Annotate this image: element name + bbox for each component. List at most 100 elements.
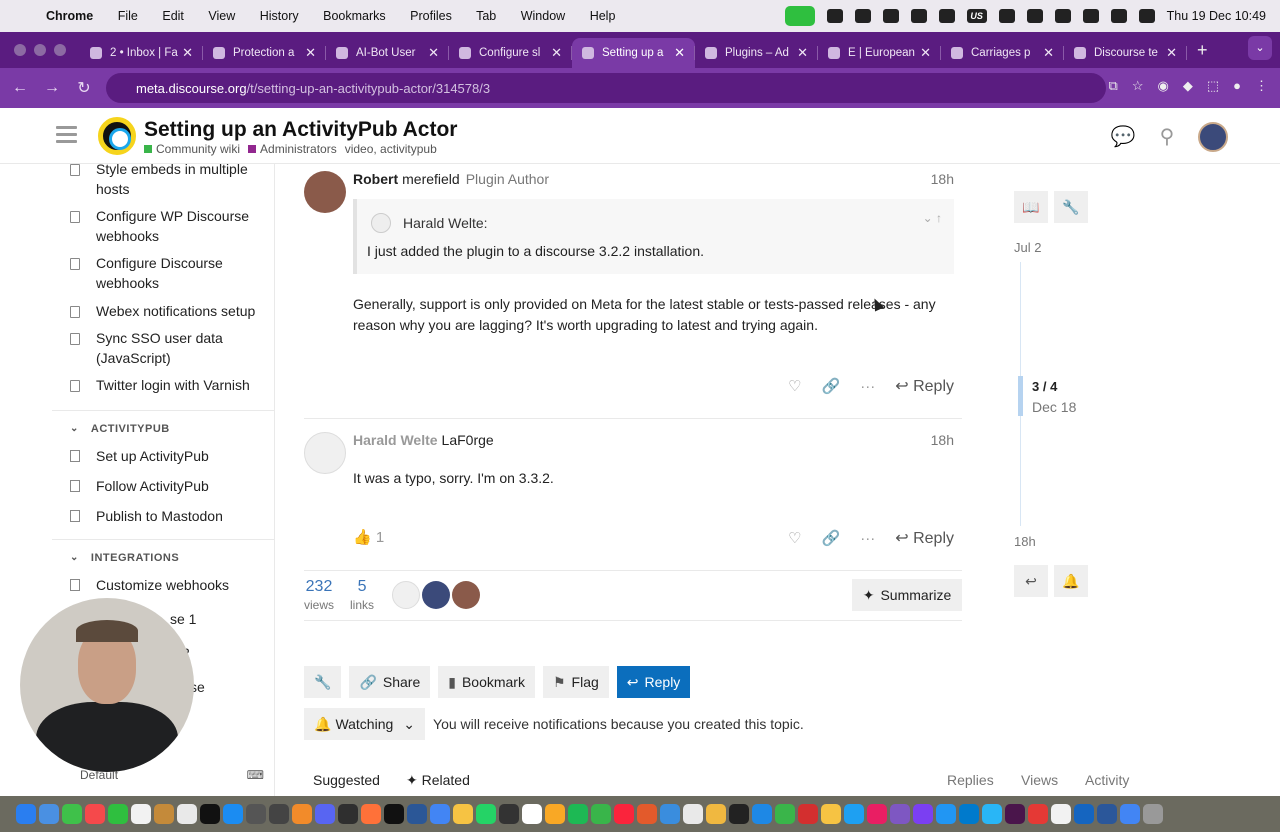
siri-icon[interactable]: [1138, 9, 1155, 23]
new-tab-icon[interactable]: +: [1187, 40, 1208, 68]
search-icon[interactable]: ⚲: [1154, 124, 1180, 150]
tab-search-icon[interactable]: ⌄: [1248, 36, 1272, 60]
control-center-icon[interactable]: [1110, 9, 1127, 23]
bookmark-button[interactable]: ▮ Bookmark: [438, 666, 535, 698]
expand-quote-icon[interactable]: ⌄: [923, 211, 933, 225]
reminders-icon[interactable]: [177, 804, 197, 824]
menu-view[interactable]: View: [208, 9, 235, 23]
post-date[interactable]: 18h: [931, 432, 954, 448]
address-bar[interactable]: meta.discourse.org/t/setting-up-an-activ…: [106, 73, 1106, 103]
chat-icon[interactable]: 💬: [1110, 124, 1136, 150]
menu-tab[interactable]: Tab: [476, 9, 496, 23]
close-tab-icon[interactable]: ✕: [674, 45, 685, 61]
go-to-quoted-post-icon[interactable]: ↑: [936, 211, 942, 225]
column-header-views[interactable]: Views: [1021, 772, 1058, 788]
column-header-replies[interactable]: Replies: [947, 772, 994, 788]
drive-icon[interactable]: [854, 9, 871, 23]
menu-profiles[interactable]: Profiles: [410, 9, 452, 23]
links-stat[interactable]: 5 links: [350, 578, 374, 612]
copy-link-icon[interactable]: 🔗: [822, 377, 841, 395]
facetime-icon[interactable]: [108, 804, 128, 824]
sidebar-doc-link[interactable]: Configure Discourse webhooks: [52, 250, 274, 297]
reply-topic-button[interactable]: ↩ Reply: [616, 666, 691, 698]
participant-avatar[interactable]: [452, 581, 481, 609]
slack-icon[interactable]: [1005, 804, 1025, 824]
word-icon[interactable]: [1097, 804, 1117, 824]
back-icon[interactable]: ←: [4, 79, 36, 97]
trash-icon[interactable]: [1143, 804, 1163, 824]
discourse-logo[interactable]: [98, 117, 136, 155]
app-icon[interactable]: [982, 804, 1002, 824]
browser-tab[interactable]: E | European ✕: [818, 38, 941, 68]
feather-icon[interactable]: [910, 9, 927, 23]
terminal-icon[interactable]: [384, 804, 404, 824]
clock[interactable]: Thu 19 Dec 10:49: [1167, 9, 1266, 23]
menu-window[interactable]: Window: [521, 9, 565, 23]
timeline-reply-button[interactable]: ↩: [1014, 565, 1048, 597]
app-icon[interactable]: [683, 804, 703, 824]
category-badge[interactable]: Community wiki: [144, 142, 240, 156]
topic-tags[interactable]: video, activitypub: [345, 142, 437, 156]
app-icon[interactable]: [407, 804, 427, 824]
spotlight-search-icon[interactable]: [1082, 9, 1099, 23]
firefox-icon[interactable]: [361, 804, 381, 824]
app-icon[interactable]: [637, 804, 657, 824]
notification-level-dropdown[interactable]: 🔔 Watching ⌄: [304, 708, 426, 740]
open-in-app-icon[interactable]: ⧉: [1109, 78, 1118, 94]
browser-tab[interactable]: Protection a ✕: [203, 38, 326, 68]
calendar-icon[interactable]: [131, 804, 151, 824]
author-username[interactable]: LaF0rge: [442, 432, 494, 448]
app-icon[interactable]: [844, 804, 864, 824]
sidebar-doc-link[interactable]: Publish to Mastodon: [52, 503, 274, 529]
sidebar-doc-link[interactable]: Style embeds in multiple hosts: [52, 164, 274, 203]
menu-edit[interactable]: Edit: [162, 9, 184, 23]
sidebar-doc-link[interactable]: Customize webhooks: [52, 572, 274, 598]
chrome-menu-icon[interactable]: ⋮: [1255, 78, 1268, 94]
menu-app-name[interactable]: Chrome: [46, 9, 93, 23]
menu-help[interactable]: Help: [590, 9, 616, 23]
sidebar-doc-link[interactable]: Set up ActivityPub: [52, 443, 274, 469]
battery-icon[interactable]: [1026, 9, 1043, 23]
author-name[interactable]: Robert: [353, 171, 398, 187]
minimize-window-icon[interactable]: [34, 44, 46, 56]
keyboard-shortcuts-icon[interactable]: ⌨: [247, 768, 264, 782]
tab-suggested[interactable]: Suggested: [313, 772, 380, 788]
post-date[interactable]: 18h: [931, 171, 954, 187]
close-tab-icon[interactable]: ✕: [428, 45, 439, 61]
reply-button[interactable]: ↩ Reply: [895, 376, 954, 396]
sidebar-doc-link[interactable]: Sync SSO user data (JavaScript): [52, 325, 274, 372]
participant-avatar[interactable]: [392, 581, 421, 609]
input-source-icon[interactable]: US: [966, 9, 987, 23]
user-avatar[interactable]: [304, 171, 346, 213]
timeline-scroll-handle[interactable]: [1018, 376, 1023, 416]
discord-icon[interactable]: [315, 804, 335, 824]
menu-bookmarks[interactable]: Bookmarks: [323, 9, 386, 23]
share-button[interactable]: 🔗 Share: [349, 666, 431, 698]
safari-icon[interactable]: [39, 804, 59, 824]
app-icon[interactable]: [522, 804, 542, 824]
app-store-icon[interactable]: [223, 804, 243, 824]
app-icon[interactable]: [591, 804, 611, 824]
admin-wrench-button[interactable]: 🔧: [304, 666, 342, 698]
profile-icon[interactable]: ●: [1233, 78, 1241, 94]
browser-tab[interactable]: Configure sl ✕: [449, 38, 572, 68]
topic-map-toggle-button[interactable]: 📖: [1014, 191, 1048, 223]
sidebar-doc-link[interactable]: Twitter login with Varnish: [52, 372, 274, 400]
chrome-icon[interactable]: [1120, 804, 1140, 824]
app-icon[interactable]: [660, 804, 680, 824]
app-icon[interactable]: [821, 804, 841, 824]
close-tab-icon[interactable]: ✕: [920, 45, 931, 61]
close-tab-icon[interactable]: ✕: [305, 45, 316, 61]
more-actions-icon[interactable]: ···: [860, 530, 875, 547]
app-icon[interactable]: [913, 804, 933, 824]
app-icon[interactable]: [890, 804, 910, 824]
brightness-icon[interactable]: [826, 9, 843, 23]
author-username[interactable]: merefield: [402, 171, 460, 187]
sidebar-doc-link[interactable]: Webex notifications setup: [52, 298, 274, 326]
app-icon[interactable]: [936, 804, 956, 824]
hamburger-menu-icon[interactable]: [56, 126, 77, 143]
reaction-button[interactable]: 👍 1: [353, 528, 384, 546]
participant-avatar[interactable]: [422, 581, 451, 609]
music-icon[interactable]: [614, 804, 634, 824]
tv-icon[interactable]: [200, 804, 220, 824]
